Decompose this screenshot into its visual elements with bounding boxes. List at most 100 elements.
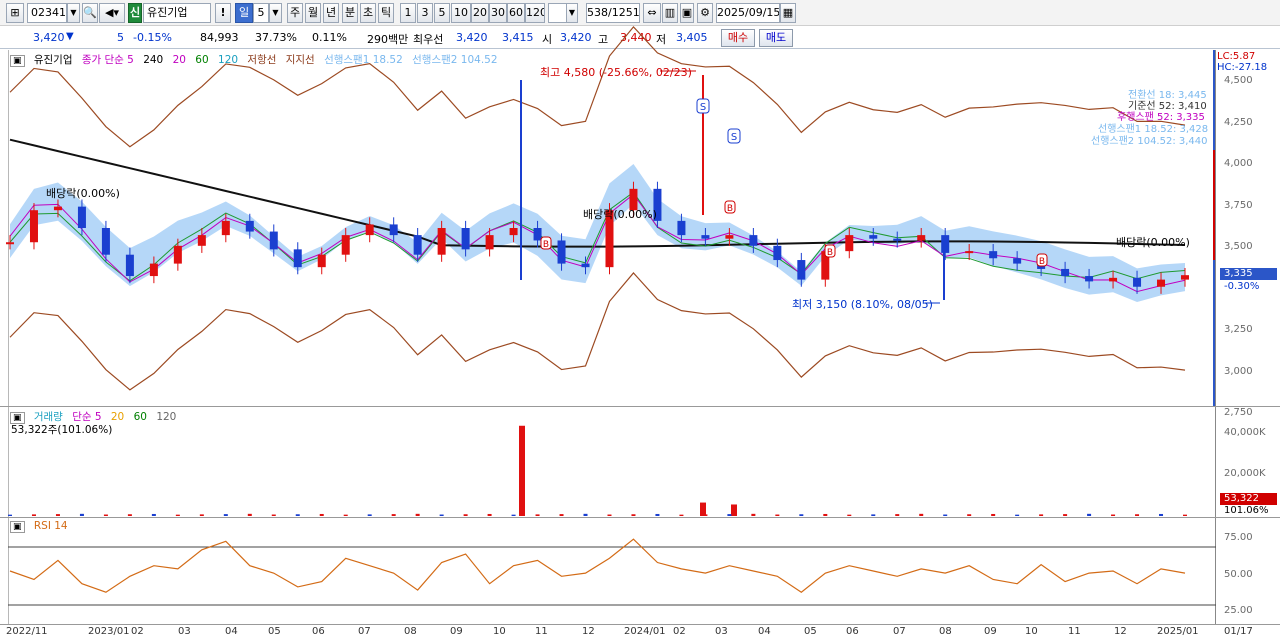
resistance-line <box>9 25 1186 148</box>
candle-body <box>773 245 782 261</box>
buy-signal-label: B <box>727 204 733 214</box>
candle-body <box>413 235 422 255</box>
candle-body <box>6 242 14 245</box>
support-line <box>9 272 1186 391</box>
candle-body <box>1061 268 1070 277</box>
volume-bar <box>731 504 737 516</box>
x-tick: 2025/01 <box>1157 626 1199 637</box>
x-tick: 12 <box>582 626 595 637</box>
x-tick: 03 <box>178 626 191 637</box>
x-tick: 08 <box>939 626 952 637</box>
candle-body <box>389 224 398 236</box>
x-tick: 10 <box>1025 626 1038 637</box>
candle-body <box>125 254 134 277</box>
x-tick: 11 <box>535 626 548 637</box>
volume-bar <box>1183 514 1187 516</box>
x-axis: 2022/11 2023/01 02 03 04 05 06 07 08 09 … <box>0 624 1280 638</box>
candle-body <box>509 228 518 236</box>
candle-body <box>1109 277 1118 282</box>
volume-bar <box>700 502 706 516</box>
candle-body <box>485 235 494 250</box>
candle-body <box>917 235 926 241</box>
volume-bar <box>127 514 132 516</box>
current-price-tag: 3,335 <box>1220 268 1277 280</box>
volume-bar <box>55 514 60 516</box>
volume-bar <box>631 514 636 516</box>
volume-bar <box>199 514 204 516</box>
candle-body <box>941 235 950 253</box>
candle-body <box>749 235 758 246</box>
volume-bar <box>991 513 996 516</box>
volume-bar <box>79 513 84 516</box>
volume-bar <box>967 514 972 516</box>
x-tick: 08 <box>404 626 417 637</box>
volume-bar <box>1063 514 1068 516</box>
volume-bar <box>151 513 156 516</box>
buy-signal-label: B <box>543 240 549 250</box>
price-tick: 4,250 <box>1224 117 1253 128</box>
volume-bar <box>1015 514 1020 516</box>
volume-bar <box>487 513 492 516</box>
chart-canvas[interactable]: S S B B B B <box>0 0 1280 638</box>
candle-body <box>173 245 182 264</box>
candle-body <box>77 206 86 228</box>
x-tick: 09 <box>450 626 463 637</box>
volume-bar <box>1159 513 1164 516</box>
volume-bar <box>1087 513 1092 516</box>
volume-bar <box>943 514 948 516</box>
high-marker: 최고 4,580 (-25.66%, 02/23) <box>540 66 692 79</box>
buy-signal-label: B <box>1039 257 1045 267</box>
candle-body <box>101 228 110 255</box>
volume-bar <box>1111 514 1116 516</box>
candle-body <box>317 254 326 268</box>
x-tick: 03 <box>715 626 728 637</box>
dividend-marker: 배당락(0.00%) <box>1116 236 1190 249</box>
candle-body <box>1133 277 1142 287</box>
candle-body <box>293 249 302 268</box>
volume-bar <box>31 514 36 516</box>
candle-body <box>269 231 278 250</box>
candle-body <box>557 240 566 264</box>
x-tick: 05 <box>804 626 817 637</box>
x-tick: 09 <box>984 626 997 637</box>
volume-bar <box>519 425 525 516</box>
price-tick: 4,500 <box>1224 75 1253 86</box>
x-tick: 06 <box>312 626 325 637</box>
candle-body <box>701 235 710 239</box>
current-volume-tag: 53,322 <box>1220 493 1277 505</box>
x-tick: 07 <box>893 626 906 637</box>
candle-body <box>893 238 902 241</box>
volume-tick: 40,000K <box>1224 427 1266 438</box>
x-tick: 11 <box>1068 626 1081 637</box>
candle-body <box>341 235 350 255</box>
x-tick: 05 <box>268 626 281 637</box>
volume-bar <box>727 514 732 516</box>
x-tick: 04 <box>225 626 238 637</box>
price-tick: 3,750 <box>1224 200 1253 211</box>
ichimoku-cloud <box>10 163 1185 303</box>
volume-bar <box>919 513 924 516</box>
price-tick: 3,250 <box>1224 324 1253 335</box>
candle-body <box>581 263 590 268</box>
volume-tick: 20,000K <box>1224 468 1266 479</box>
volume-bar <box>511 514 516 516</box>
candle-body <box>245 220 254 232</box>
candle-body <box>965 251 974 254</box>
candle-body <box>1013 258 1022 264</box>
volume-bar <box>823 513 828 516</box>
x-tick: 10 <box>493 626 506 637</box>
volume-bar <box>895 514 900 516</box>
candle-body <box>29 210 38 243</box>
volume-bar <box>247 513 252 516</box>
candle-body <box>365 224 374 236</box>
volume-bar <box>535 514 540 516</box>
x-tick: 06 <box>846 626 859 637</box>
volume-bar <box>271 514 276 516</box>
dividend-marker: 배당락(0.00%) <box>46 187 120 200</box>
x-tick: 02 <box>131 626 144 637</box>
x-tick: 02 <box>673 626 686 637</box>
volume-bar <box>775 514 780 516</box>
volume-bar <box>8 514 12 516</box>
candle-body <box>1181 275 1189 280</box>
candle-body <box>989 251 998 259</box>
